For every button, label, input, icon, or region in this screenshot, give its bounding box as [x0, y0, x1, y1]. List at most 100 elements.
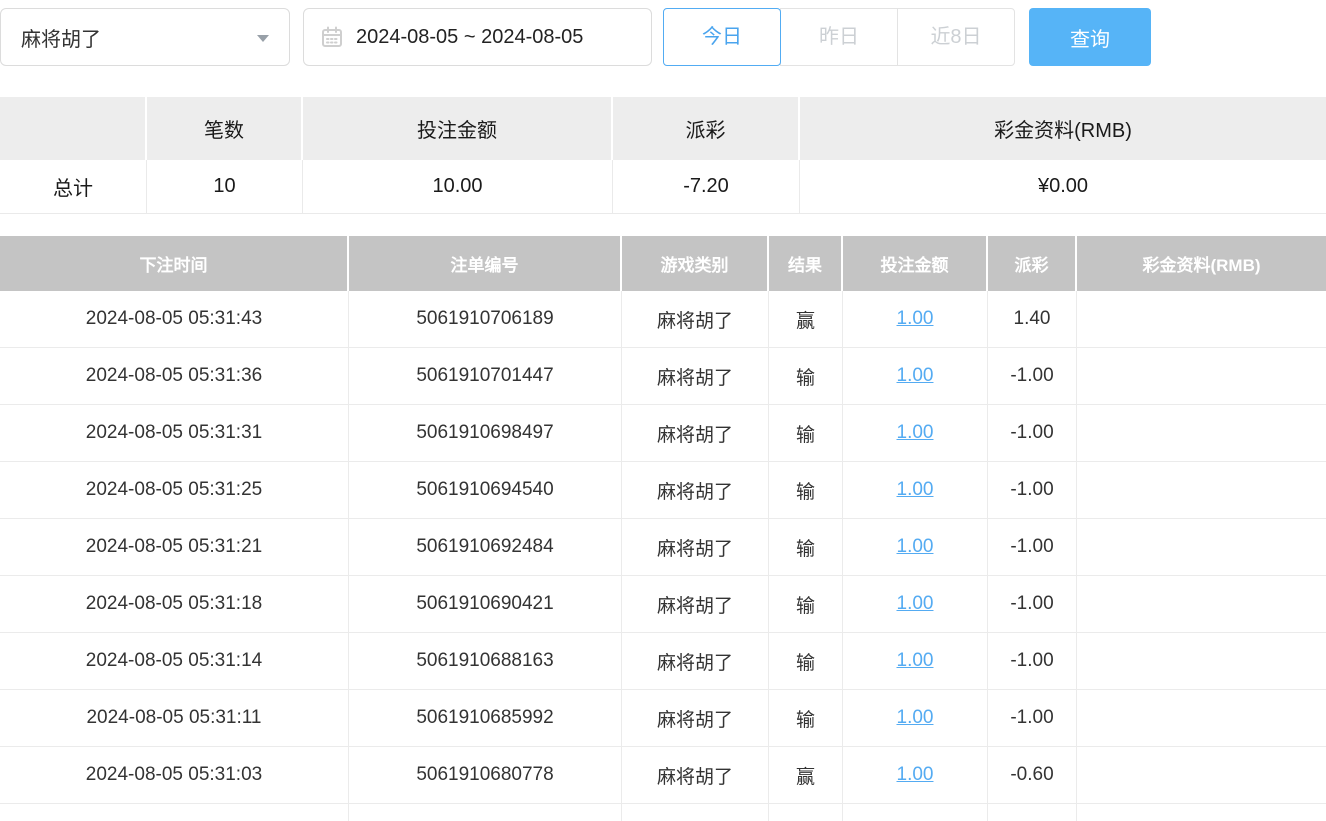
bet-amount-link[interactable]: 1.00: [897, 422, 934, 444]
game-type-cell: 麻将胡了: [622, 405, 769, 461]
bet-amount-link[interactable]: 1.00: [897, 479, 934, 501]
bet-time-cell: 2024-08-05 05:31:11: [0, 690, 349, 746]
bet-time-cell: 2024-08-05 05:31:43: [0, 291, 349, 347]
table-row: 2024-08-05 05:31:43 5061910706189 麻将胡了 赢…: [0, 291, 1326, 348]
game-type-cell: 麻将胡了: [622, 747, 769, 803]
game-select-value: 麻将胡了: [21, 23, 101, 52]
range-button-last8days[interactable]: 近8日: [897, 8, 1015, 66]
bet-amount-link[interactable]: 1.00: [897, 764, 934, 786]
table-row: 2024-08-05 05:31:18 5061910690421 麻将胡了 输…: [0, 576, 1326, 633]
range-button-yesterday[interactable]: 昨日: [780, 8, 898, 66]
range-button-today[interactable]: 今日: [663, 8, 781, 66]
order-id-cell: 5061910706189: [349, 291, 622, 347]
header-order-id: 注单编号: [349, 236, 622, 291]
game-type-cell: 麻将胡了: [622, 576, 769, 632]
header-bet-amount: 投注金额: [843, 236, 988, 291]
jackpot-cell: [1077, 576, 1326, 632]
table-row: 2024-08-05 05:31:14 5061910688163 麻将胡了 输…: [0, 633, 1326, 690]
bet-time-cell: 2024-08-05 05:31:31: [0, 405, 349, 461]
result-cell: 输: [769, 348, 843, 404]
payout-cell: -1.00: [988, 519, 1077, 575]
table-row: 2024-08-05 05:31:36 5061910701447 麻将胡了 输…: [0, 348, 1326, 405]
summary-header-payout: 派彩: [613, 97, 800, 160]
bet-amount-cell: 1.00: [843, 462, 988, 518]
payout-cell: -0.60: [988, 747, 1077, 803]
jackpot-cell: [1077, 348, 1326, 404]
bet-amount-cell: 1.00: [843, 633, 988, 689]
summary-total-row: 总计 10 10.00 -7.20 ¥0.00: [0, 160, 1326, 214]
bet-amount-link[interactable]: 1.00: [897, 707, 934, 729]
payout-cell: -1.00: [988, 348, 1077, 404]
table-row: 2024-08-05 05:31:31 5061910698497 麻将胡了 输…: [0, 405, 1326, 462]
game-type-cell: 麻将胡了: [622, 519, 769, 575]
summary-table: 笔数 投注金额 派彩 彩金资料(RMB) 总计 10 10.00 -7.20 ¥…: [0, 97, 1326, 214]
order-id-cell: 5061910694540: [349, 462, 622, 518]
summary-payout-value: -7.20: [613, 160, 800, 213]
bet-table-header: 下注时间 注单编号 游戏类别 结果 投注金额 派彩 彩金资料(RMB): [0, 236, 1326, 291]
result-cell: 输: [769, 576, 843, 632]
bet-time-cell: 2024-08-05 05:31:36: [0, 348, 349, 404]
quick-range-group: 今日 昨日 近8日: [663, 8, 1015, 66]
result-cell: 输: [769, 633, 843, 689]
result-cell: 赢: [769, 291, 843, 347]
summary-header-bet: 投注金额: [303, 97, 613, 160]
order-id-cell: 5061910692484: [349, 519, 622, 575]
order-id-cell: 5061910688163: [349, 633, 622, 689]
payout-cell: -1.00: [988, 462, 1077, 518]
game-type-cell: 麻将胡了: [622, 690, 769, 746]
bet-amount-cell: 1.00: [843, 519, 988, 575]
date-range-value: 2024-08-05 ~ 2024-08-05: [356, 26, 583, 49]
bet-records-table: 下注时间 注单编号 游戏类别 结果 投注金额 派彩 彩金资料(RMB) 2024…: [0, 236, 1326, 821]
payout-cell: 1.40: [988, 291, 1077, 347]
bet-amount-link[interactable]: 1.00: [897, 308, 934, 330]
bet-amount-link[interactable]: 1.00: [897, 365, 934, 387]
bet-amount-link[interactable]: 1.00: [897, 536, 934, 558]
jackpot-cell: [1077, 405, 1326, 461]
payout-cell: -1.00: [988, 405, 1077, 461]
summary-header-row: 笔数 投注金额 派彩 彩金资料(RMB): [0, 97, 1326, 160]
table-row-partial: [0, 804, 1326, 821]
payout-cell: -1.00: [988, 690, 1077, 746]
result-cell: 输: [769, 690, 843, 746]
header-game-type: 游戏类别: [622, 236, 769, 291]
caret-down-icon: [257, 35, 269, 42]
jackpot-cell: [1077, 519, 1326, 575]
jackpot-cell: [1077, 690, 1326, 746]
table-row: 2024-08-05 05:31:11 5061910685992 麻将胡了 输…: [0, 690, 1326, 747]
order-id-cell: 5061910680778: [349, 747, 622, 803]
summary-count-value: 10: [147, 160, 303, 213]
jackpot-cell: [1077, 462, 1326, 518]
date-range-picker[interactable]: 2024-08-05 ~ 2024-08-05: [303, 8, 652, 66]
bet-amount-cell: 1.00: [843, 405, 988, 461]
jackpot-cell: [1077, 291, 1326, 347]
calendar-icon: [320, 25, 344, 49]
summary-header-jackpot: 彩金资料(RMB): [800, 97, 1326, 160]
summary-total-label: 总计: [0, 160, 147, 213]
header-result: 结果: [769, 236, 843, 291]
header-payout: 派彩: [988, 236, 1077, 291]
bet-time-cell: 2024-08-05 05:31:14: [0, 633, 349, 689]
game-type-cell: 麻将胡了: [622, 348, 769, 404]
table-row: 2024-08-05 05:31:25 5061910694540 麻将胡了 输…: [0, 462, 1326, 519]
bet-amount-link[interactable]: 1.00: [897, 650, 934, 672]
result-cell: 输: [769, 405, 843, 461]
bet-time-cell: 2024-08-05 05:31:21: [0, 519, 349, 575]
filter-bar: 麻将胡了 2024-08-05 ~ 2024-08-05 今日 昨日 近8日 查…: [0, 8, 1326, 66]
result-cell: 赢: [769, 747, 843, 803]
game-type-cell: 麻将胡了: [622, 291, 769, 347]
bet-time-cell: 2024-08-05 05:31:25: [0, 462, 349, 518]
jackpot-cell: [1077, 633, 1326, 689]
bet-time-cell: 2024-08-05 05:31:18: [0, 576, 349, 632]
bet-amount-cell: 1.00: [843, 291, 988, 347]
order-id-cell: 5061910701447: [349, 348, 622, 404]
game-type-cell: 麻将胡了: [622, 462, 769, 518]
summary-header-blank: [0, 97, 147, 160]
order-id-cell: 5061910698497: [349, 405, 622, 461]
game-select[interactable]: 麻将胡了: [0, 8, 290, 66]
payout-cell: -1.00: [988, 633, 1077, 689]
header-jackpot: 彩金资料(RMB): [1077, 236, 1326, 291]
query-button[interactable]: 查询: [1029, 8, 1151, 66]
payout-cell: -1.00: [988, 576, 1077, 632]
bet-amount-link[interactable]: 1.00: [897, 593, 934, 615]
bet-amount-cell: 1.00: [843, 576, 988, 632]
